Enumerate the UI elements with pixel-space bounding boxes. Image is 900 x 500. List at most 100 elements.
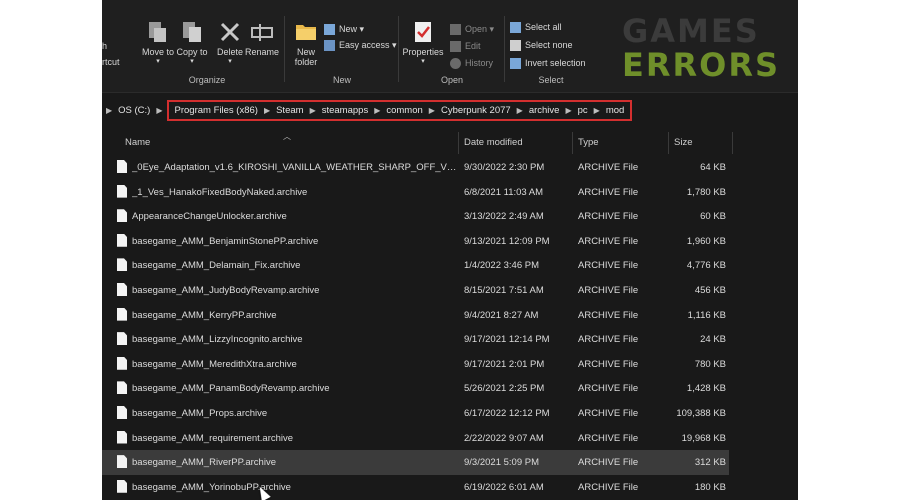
file-row[interactable]: basegame_AMM_MeredithXtra.archive 9/17/2… [102, 352, 798, 377]
file-date: 3/13/2022 2:49 AM [464, 211, 544, 223]
file-date: 6/17/2022 12:12 PM [464, 407, 550, 419]
breadcrumb-mod[interactable]: mod [602, 105, 628, 116]
breadcrumb-steam[interactable]: Steam [272, 105, 307, 116]
file-row[interactable]: basegame_AMM_Delamain_Fix.archive 1/4/20… [102, 253, 798, 278]
breadcrumb-pc[interactable]: pc [574, 105, 592, 116]
file-date: 2/22/2022 9:07 AM [464, 432, 544, 444]
file-size: 1,780 KB [686, 186, 726, 198]
chevron-right-icon: ▶ [156, 105, 163, 115]
new-group-label: New [332, 75, 351, 85]
breadcrumb-program-files[interactable]: Program Files (x86) [171, 105, 262, 116]
file-row[interactable]: basegame_AMM_LizzyIncognito.archive 9/17… [102, 327, 798, 352]
file-type: ARCHIVE File [578, 481, 639, 493]
select-all-button[interactable]: Select all [510, 20, 562, 34]
column-header-date[interactable]: Date modified [464, 137, 523, 148]
file-row[interactable]: AppearanceChangeUnlocker.archive 3/13/20… [102, 204, 798, 229]
file-type: ARCHIVE File [578, 383, 639, 395]
file-date: 9/13/2021 12:09 PM [464, 235, 550, 247]
file-size: 109,388 KB [676, 407, 726, 419]
breadcrumb-drive[interactable]: OS (C:) [114, 105, 154, 116]
file-size: 4,776 KB [686, 260, 726, 272]
file-type: ARCHIVE File [578, 309, 639, 321]
file-icon [117, 405, 127, 419]
copy-to-chevron: ▾ [190, 58, 194, 65]
invert-selection-button[interactable]: Invert selection [510, 56, 586, 70]
new-folder-button[interactable]: New folder [286, 20, 326, 67]
easy-access-label: Easy access [339, 40, 390, 50]
file-name: basegame_AMM_Props.archive [132, 407, 268, 419]
chevron-right-icon: ▶ [516, 105, 523, 115]
properties-icon [415, 22, 431, 42]
open-label: Open [465, 24, 488, 34]
chevron-right-icon: ▶ [593, 105, 600, 115]
breadcrumb-archive[interactable]: archive [525, 105, 564, 116]
column-header-name[interactable]: Name [125, 137, 150, 148]
open-group: Properties ▾ Open ▾ Edit History Open [400, 14, 504, 92]
properties-button[interactable]: Properties ▾ [400, 20, 446, 67]
breadcrumb-cyberpunk[interactable]: Cyberpunk 2077 [437, 105, 515, 116]
folder-icon [296, 25, 316, 40]
column-divider[interactable] [572, 132, 573, 154]
file-name: AppearanceChangeUnlocker.archive [132, 211, 287, 223]
file-row[interactable]: _0Eye_Adaptation_v1.6_KIROSHI_VANILLA_WE… [102, 155, 798, 180]
new-item-button[interactable]: New ▾ [324, 22, 364, 36]
watermark-line2: ERRORS [621, 46, 780, 84]
ribbon-separator [504, 16, 505, 82]
open-icon [450, 23, 461, 35]
file-row[interactable]: basegame_AMM_YorinobuPP.archive 6/19/202… [102, 475, 798, 500]
file-icon [117, 430, 127, 444]
copy-to-button[interactable]: Copy to ▾ [172, 20, 212, 67]
open-button[interactable]: Open ▾ [450, 22, 494, 36]
column-divider[interactable] [732, 132, 733, 154]
breadcrumb-common[interactable]: common [382, 105, 426, 116]
address-bar[interactable]: ▶ OS (C:) ▶ Program Files (x86) ▶ Steam … [102, 98, 798, 122]
file-size: 312 KB [694, 457, 726, 469]
file-type: ARCHIVE File [578, 235, 639, 247]
column-divider[interactable] [668, 132, 669, 154]
history-button[interactable]: History [450, 56, 493, 70]
file-row[interactable]: basegame_AMM_requirement.archive 2/22/20… [102, 426, 798, 451]
file-name: basegame_AMM_LizzyIncognito.archive [132, 334, 303, 346]
edit-button[interactable]: Edit [450, 39, 481, 53]
easy-access-button[interactable]: Easy access ▾ [324, 38, 397, 52]
file-row[interactable]: basegame_AMM_KerryPP.archive 9/4/2021 8:… [102, 303, 798, 328]
file-explorer-window: h rtcut Move to ▾ Copy to ▾ Delete ▾ Ren… [102, 0, 798, 500]
column-header-type[interactable]: Type [578, 137, 599, 148]
file-date: 9/17/2021 2:01 PM [464, 358, 545, 370]
column-divider[interactable] [458, 132, 459, 154]
delete-chevron: ▾ [228, 58, 232, 65]
file-row[interactable]: _1_Ves_HanakoFixedBodyNaked.archive 6/8/… [102, 180, 798, 205]
select-group: Select all Select none Invert selection … [506, 14, 596, 92]
rename-button[interactable]: Rename [242, 20, 282, 57]
history-label: History [465, 58, 494, 68]
file-row[interactable]: basegame_AMM_PanamBodyRevamp.archive 5/2… [102, 376, 798, 401]
properties-chevron: ▾ [421, 58, 425, 65]
select-none-label: Select none [525, 40, 573, 50]
properties-label: Properties [402, 47, 444, 57]
file-name: basegame_AMM_KerryPP.archive [132, 309, 277, 321]
file-name: basegame_AMM_JudyBodyRevamp.archive [132, 284, 320, 296]
file-size: 1,428 KB [686, 383, 726, 395]
easy-access-icon [324, 39, 335, 51]
chevron-right-icon: ▶ [263, 105, 271, 115]
file-icon [117, 381, 127, 395]
file-icon [117, 356, 127, 370]
chevron-right-icon: ▶ [309, 105, 316, 115]
chevron-right-icon: ▶ [428, 105, 435, 115]
file-date: 5/26/2021 2:25 PM [464, 383, 545, 395]
file-icon [117, 258, 127, 272]
edit-icon [450, 40, 461, 52]
open-group-label: Open [440, 75, 464, 85]
file-row[interactable]: basegame_AMM_Props.archive 6/17/2022 12:… [102, 401, 798, 426]
file-size: 1,960 KB [686, 235, 726, 247]
file-row[interactable]: basegame_AMM_BenjaminStonePP.archive 9/1… [102, 229, 798, 254]
file-row-selected[interactable]: basegame_AMM_RiverPP.archive 9/3/2021 5:… [102, 450, 729, 475]
file-name: basegame_AMM_RiverPP.archive [132, 457, 276, 469]
file-size: 24 KB [700, 334, 726, 346]
file-size: 60 KB [700, 211, 726, 223]
select-none-button[interactable]: Select none [510, 38, 573, 52]
file-row[interactable]: basegame_AMM_JudyBodyRevamp.archive 8/15… [102, 278, 798, 303]
file-icon [117, 455, 127, 469]
breadcrumb-steamapps[interactable]: steamapps [318, 105, 372, 116]
column-header-size[interactable]: Size [674, 137, 692, 148]
